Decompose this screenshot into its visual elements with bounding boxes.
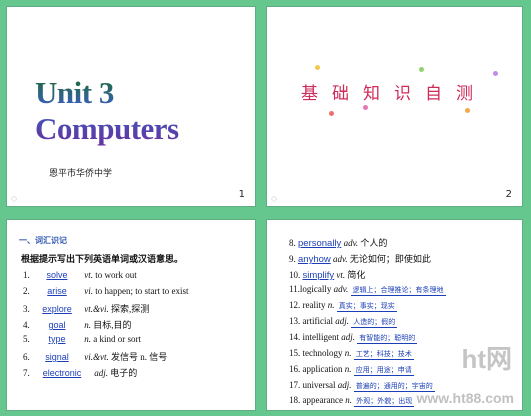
vocab-item: 8. personally adv. 个人的 <box>289 238 388 249</box>
vocab-item: 3. explore vt.&vi. 探索,探测 <box>23 304 150 314</box>
vocab-item: 6. signal vi.&vt. 发信号 n. 信号 <box>23 352 168 362</box>
vocab-item: 16. application n. 应用；用途；申请 <box>289 364 414 376</box>
school-name: 恩平市华侨中学 <box>49 169 113 179</box>
vocab-item: 14. intelligent adj. 有智能的；聪明的 <box>289 332 418 344</box>
slide-title: 基础知识自测 <box>301 84 487 104</box>
sparkle-icon <box>315 65 320 70</box>
section-heading: 一、词汇识记 <box>19 236 67 245</box>
slide-mark-icon: ◇ <box>11 194 18 203</box>
vocab-item: 12. reality n. 真实；事实；现实 <box>289 300 397 312</box>
page-number: 1 <box>238 189 245 200</box>
vocab-item: 9. anyhow adv. 无论如何；即使如此 <box>289 254 431 265</box>
watermark-logo: ht网 <box>461 344 512 374</box>
slide-title: Unit 3 Computers <box>35 75 255 147</box>
vocab-item: 15. technology n. 工艺；科技；技术 <box>289 348 414 360</box>
vocab-item: 1. solve vt. to work out <box>23 270 137 280</box>
slide-3[interactable]: 一、词汇识记 根据提示写出下列英语单词或汉语意思。 1. solve vt. t… <box>6 219 256 411</box>
vocab-item: 7. electronic adj. 电子的 <box>23 368 138 378</box>
vocab-item: 17. universal adj. 普遍的；通用的；宇宙的 <box>289 380 435 392</box>
vocab-item: 5. type n. a kind or sort <box>23 334 141 344</box>
sparkle-icon <box>419 67 424 72</box>
page-number: 2 <box>505 189 512 200</box>
slide-mark-icon: ◇ <box>271 194 278 203</box>
vocab-item: 4. goal n. 目标,目的 <box>23 320 132 330</box>
sparkle-icon <box>493 71 498 76</box>
sparkle-icon <box>363 105 368 110</box>
vocab-item: 11.logically adv. 逻辑上；合理推论；有条理地 <box>289 284 446 296</box>
vocab-item: 13. artificial adj. 人造的；假的 <box>289 316 398 328</box>
slide-1[interactable]: Unit 3 Computers 恩平市华侨中学 ◇ 1 <box>6 6 256 207</box>
vocab-item: 10. simplify vt. 简化 <box>289 270 366 281</box>
slide-4[interactable]: 8. personally adv. 个人的 9. anyhow adv. 无论… <box>266 219 523 411</box>
sparkle-icon <box>329 111 334 116</box>
vocab-item: 2. arise vi. to happen; to start to exis… <box>23 286 189 296</box>
vocab-item: 18. appearance n. 外观；外貌；出现 <box>289 395 415 407</box>
instruction-text: 根据提示写出下列英语单词或汉语意思。 <box>21 255 184 265</box>
slide-2[interactable]: 基础知识自测 ◇ 2 <box>266 6 523 207</box>
sparkle-icon <box>465 108 470 113</box>
